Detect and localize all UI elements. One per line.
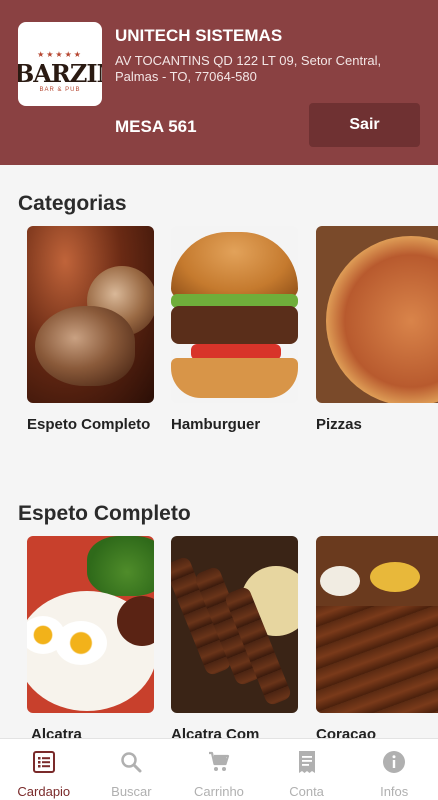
logo-subtext: BAR & PUB — [39, 87, 81, 93]
store-name: UNITECH SISTEMAS — [115, 26, 283, 45]
nav-infos[interactable]: Infos — [350, 739, 438, 800]
category-card-espeto-completo[interactable]: Espeto Completo — [27, 226, 154, 434]
product-card-coracao[interactable]: Coracao — [316, 536, 438, 744]
exit-button[interactable]: Sair — [309, 103, 420, 147]
cart-icon — [207, 750, 231, 774]
category-card-pizzas[interactable]: Pizzas — [316, 226, 438, 434]
store-header: ★★★★★ BARZIM BAR & PUB UNITECH SISTEMAS … — [0, 0, 438, 165]
categories-title: Categorias — [18, 192, 127, 215]
table-number: MESA 561 — [115, 117, 197, 136]
category-label: Pizzas — [316, 416, 362, 433]
logo-text: BARZIM — [18, 59, 102, 88]
category-card-hamburguer[interactable]: Hamburguer — [171, 226, 298, 434]
nav-label: Cardapio — [17, 784, 71, 799]
product-card-alcatra[interactable]: Alcatra — [27, 536, 154, 744]
category-label: Hamburguer — [171, 416, 261, 433]
category-label: Espeto Completo — [27, 416, 151, 433]
bottom-navigation: Cardapio Buscar Carrinho Conta Infos — [0, 738, 438, 800]
product-image-alcatra-com — [171, 536, 298, 713]
category-image-pizzas — [316, 226, 438, 403]
product-card-alcatra-com[interactable]: Alcatra Com — [171, 536, 298, 744]
store-logo: ★★★★★ BARZIM BAR & PUB — [18, 22, 102, 106]
nav-conta[interactable]: Conta — [263, 739, 351, 800]
category-image-hamburguer — [171, 226, 298, 403]
nav-label: Conta — [289, 784, 324, 799]
nav-label: Carrinho — [194, 784, 244, 799]
logo-stars: ★★★★★ — [37, 50, 83, 59]
search-icon — [119, 750, 143, 774]
espeto-section-title: Espeto Completo — [18, 502, 191, 525]
category-image-espeto — [27, 226, 154, 403]
receipt-icon — [295, 750, 319, 774]
nav-label: Buscar — [111, 784, 152, 799]
nav-carrinho[interactable]: Carrinho — [175, 739, 263, 800]
menu-list-icon — [32, 750, 56, 774]
nav-cardapio[interactable]: Cardapio — [0, 739, 88, 800]
info-icon — [382, 750, 406, 774]
nav-label: Infos — [380, 784, 409, 799]
nav-buscar[interactable]: Buscar — [88, 739, 176, 800]
product-image-alcatra — [27, 536, 154, 713]
product-image-coracao — [316, 536, 438, 713]
store-address: AV TOCANTINS QD 122 LT 09, Setor Central… — [115, 53, 382, 84]
